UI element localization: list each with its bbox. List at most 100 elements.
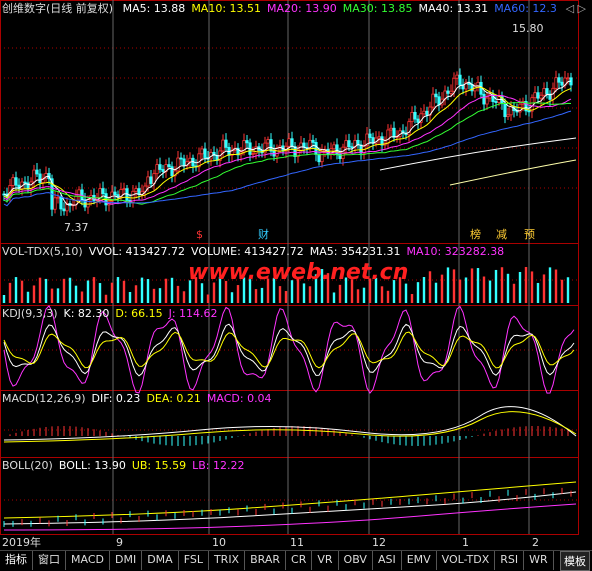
tab-指标[interactable]: 指标 (0, 551, 33, 570)
kdj-value-0: K: 82.30 (63, 307, 110, 320)
boll-header: BOLL(20) BOLL: 13.90 UB: 15.59 LB: 12.22 (2, 459, 257, 473)
tab-fsl[interactable]: FSL (179, 551, 209, 570)
boll-value-2: LB: 12.22 (192, 459, 245, 472)
candle-body (533, 92, 537, 99)
pan-arrows-icon[interactable]: ◁ ▷ (566, 2, 586, 15)
candle-body (449, 90, 453, 94)
volume-bar (14, 277, 18, 303)
candle-body (161, 169, 165, 172)
candle-body (221, 139, 225, 152)
rank-marker[interactable]: 榜 (470, 228, 481, 241)
tab-rsi[interactable]: RSI (495, 551, 525, 570)
volume-bar (134, 285, 138, 303)
candle-body (98, 188, 102, 198)
reduce-marker[interactable]: 减 (496, 228, 507, 241)
volume-bar (56, 288, 60, 303)
volume-bar (158, 288, 162, 303)
main-chart-header: 创维数字(日线 前复权) MA5: 13.88 MA10: 13.51 MA20: … (2, 2, 569, 16)
volume-bar (428, 271, 432, 303)
volume-bar (50, 288, 54, 303)
candle-body (560, 81, 564, 86)
tab-macd[interactable]: MACD (66, 551, 110, 570)
candle-body (122, 188, 126, 191)
candle-body (554, 77, 558, 89)
volume-bar (512, 283, 516, 303)
tab-窗口[interactable]: 窗口 (33, 551, 66, 570)
volume-bar (566, 277, 570, 303)
tab-brar[interactable]: BRAR (245, 551, 287, 570)
candle-body (452, 77, 456, 92)
candle-body (410, 111, 414, 123)
forecast-marker[interactable]: 预 (524, 228, 535, 241)
volume-bar (8, 282, 12, 303)
candle-body (434, 93, 438, 98)
tab-dmi[interactable]: DMI (110, 551, 143, 570)
candle-body (542, 88, 546, 96)
tab-wr[interactable]: WR (524, 551, 554, 570)
volume-bar (404, 283, 408, 303)
tab-vr[interactable]: VR (312, 551, 339, 570)
time-axis-label: 11 (290, 536, 304, 549)
candle-body (359, 144, 363, 154)
volume-bar (332, 292, 336, 303)
tab-dma[interactable]: DMA (142, 551, 179, 570)
boll-mid-line (3, 491, 577, 525)
candle-body (545, 88, 549, 95)
kdj-indicator-name: KDJ(9,3,3) (2, 307, 58, 320)
boll-ub-line (3, 481, 577, 519)
candle-body (158, 164, 162, 170)
candle-body (113, 191, 117, 196)
volume-value-3: MA10: 323282.38 (406, 245, 505, 258)
volume-bar (284, 291, 288, 303)
volume-bar (32, 285, 36, 303)
volume-bar (410, 294, 414, 303)
tab-vol-tdx[interactable]: VOL-TDX (437, 551, 496, 570)
candle-body (290, 138, 294, 147)
volume-bar (26, 291, 30, 303)
tab-asi[interactable]: ASI (373, 551, 402, 570)
volume-bar (458, 279, 462, 303)
candle-body (149, 176, 153, 184)
candle-body (392, 127, 396, 138)
volume-bar (98, 283, 102, 303)
candle-body (422, 110, 426, 115)
candle-body (86, 199, 90, 208)
volume-bar (152, 288, 156, 303)
candle-body (266, 139, 270, 144)
candle-body (287, 138, 291, 147)
candle-body (344, 140, 348, 148)
volume-header: VOL-TDX(5,10) VVOL: 413427.72 VOLUME: 4134… (2, 245, 516, 259)
volume-bar (464, 277, 468, 303)
tab-emv[interactable]: EMV (402, 551, 437, 570)
volume-bar (20, 280, 24, 303)
event-marker[interactable]: $ (196, 228, 203, 241)
boll-lb-line (3, 503, 577, 531)
kdj-value-1: D: 66.15 (115, 307, 163, 320)
volume-bar (380, 286, 384, 303)
volume-bar (68, 277, 72, 303)
candle-body (155, 164, 159, 175)
volume-bar (494, 269, 498, 303)
tab-trix[interactable]: TRIX (209, 551, 246, 570)
volume-bar (38, 277, 42, 303)
ma-value-0: MA5: 13.88 (122, 2, 186, 15)
volume-bar (122, 280, 126, 303)
tab-obv[interactable]: OBV (339, 551, 373, 570)
volume-bar (80, 291, 84, 303)
time-axis-label: 10 (212, 536, 226, 549)
ma-value-4: MA40: 13.31 (418, 2, 489, 15)
tab-cr[interactable]: CR (286, 551, 313, 570)
candle-body (509, 106, 513, 116)
ma-value-5: MA60: 12.3 (494, 2, 557, 15)
volume-bar (104, 294, 108, 303)
ma-value-2: MA20: 13.90 (267, 2, 337, 15)
volume-bar (182, 291, 186, 303)
candle-body (56, 196, 60, 199)
time-axis-label: 2 (532, 536, 539, 549)
candle-body (146, 176, 150, 187)
template-button[interactable]: 模板 (560, 551, 590, 571)
volume-bar (86, 280, 90, 303)
candle-body (203, 148, 207, 158)
candle-body (245, 140, 249, 144)
finance-marker[interactable]: 财 (258, 228, 269, 241)
